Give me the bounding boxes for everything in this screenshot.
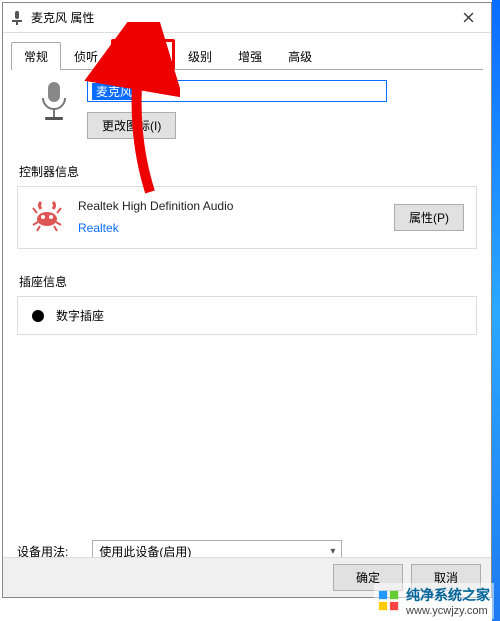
watermark: 纯净系统之家 www.ycwjzy.com <box>374 583 494 619</box>
tab-custom[interactable]: 自定义 <box>111 39 175 70</box>
controller-properties-button[interactable]: 属性(P) <box>394 204 464 231</box>
watermark-icon <box>378 590 400 612</box>
device-icon <box>37 80 71 129</box>
tab-enhance[interactable]: 增强 <box>225 42 275 70</box>
jack-color-icon <box>32 310 44 322</box>
properties-window: 麦克风 属性 常规 侦听 自定义 级别 增强 高级 麦克风 更改图标(I) 控制… <box>2 2 492 598</box>
tab-strip: 常规 侦听 自定义 级别 增强 高级 <box>3 33 491 70</box>
tab-listen[interactable]: 侦听 <box>61 42 111 70</box>
tab-general[interactable]: 常规 <box>11 42 61 70</box>
jack-group: 数字插座 <box>17 296 477 335</box>
titlebar: 麦克风 属性 <box>3 3 491 33</box>
chevron-down-icon: ▾ <box>330 546 335 557</box>
close-icon <box>463 12 474 23</box>
device-name-input[interactable]: 麦克风 <box>87 80 387 102</box>
desktop-accent <box>492 0 500 621</box>
controller-manufacturer: Realtek <box>78 221 380 235</box>
controller-group: Realtek High Definition Audio Realtek 属性… <box>17 186 477 249</box>
change-icon-button[interactable]: 更改图标(I) <box>87 112 176 139</box>
window-title: 麦克风 属性 <box>31 9 445 26</box>
close-button[interactable] <box>445 3 491 33</box>
watermark-title: 纯净系统之家 <box>406 585 490 605</box>
window-icon <box>9 10 25 26</box>
controller-name: Realtek High Definition Audio <box>78 199 380 213</box>
jack-name: 数字插座 <box>56 307 104 324</box>
controller-group-label: 控制器信息 <box>17 163 477 180</box>
realtek-icon <box>30 199 64 236</box>
watermark-url: www.ycwjzy.com <box>406 605 490 617</box>
tab-panel-general: 麦克风 更改图标(I) 控制器信息 Realtek High Definitio… <box>3 70 491 572</box>
tab-underline <box>11 69 483 70</box>
tab-levels[interactable]: 级别 <box>175 42 225 70</box>
jack-group-label: 插座信息 <box>17 273 477 290</box>
tab-advanced[interactable]: 高级 <box>275 42 325 70</box>
